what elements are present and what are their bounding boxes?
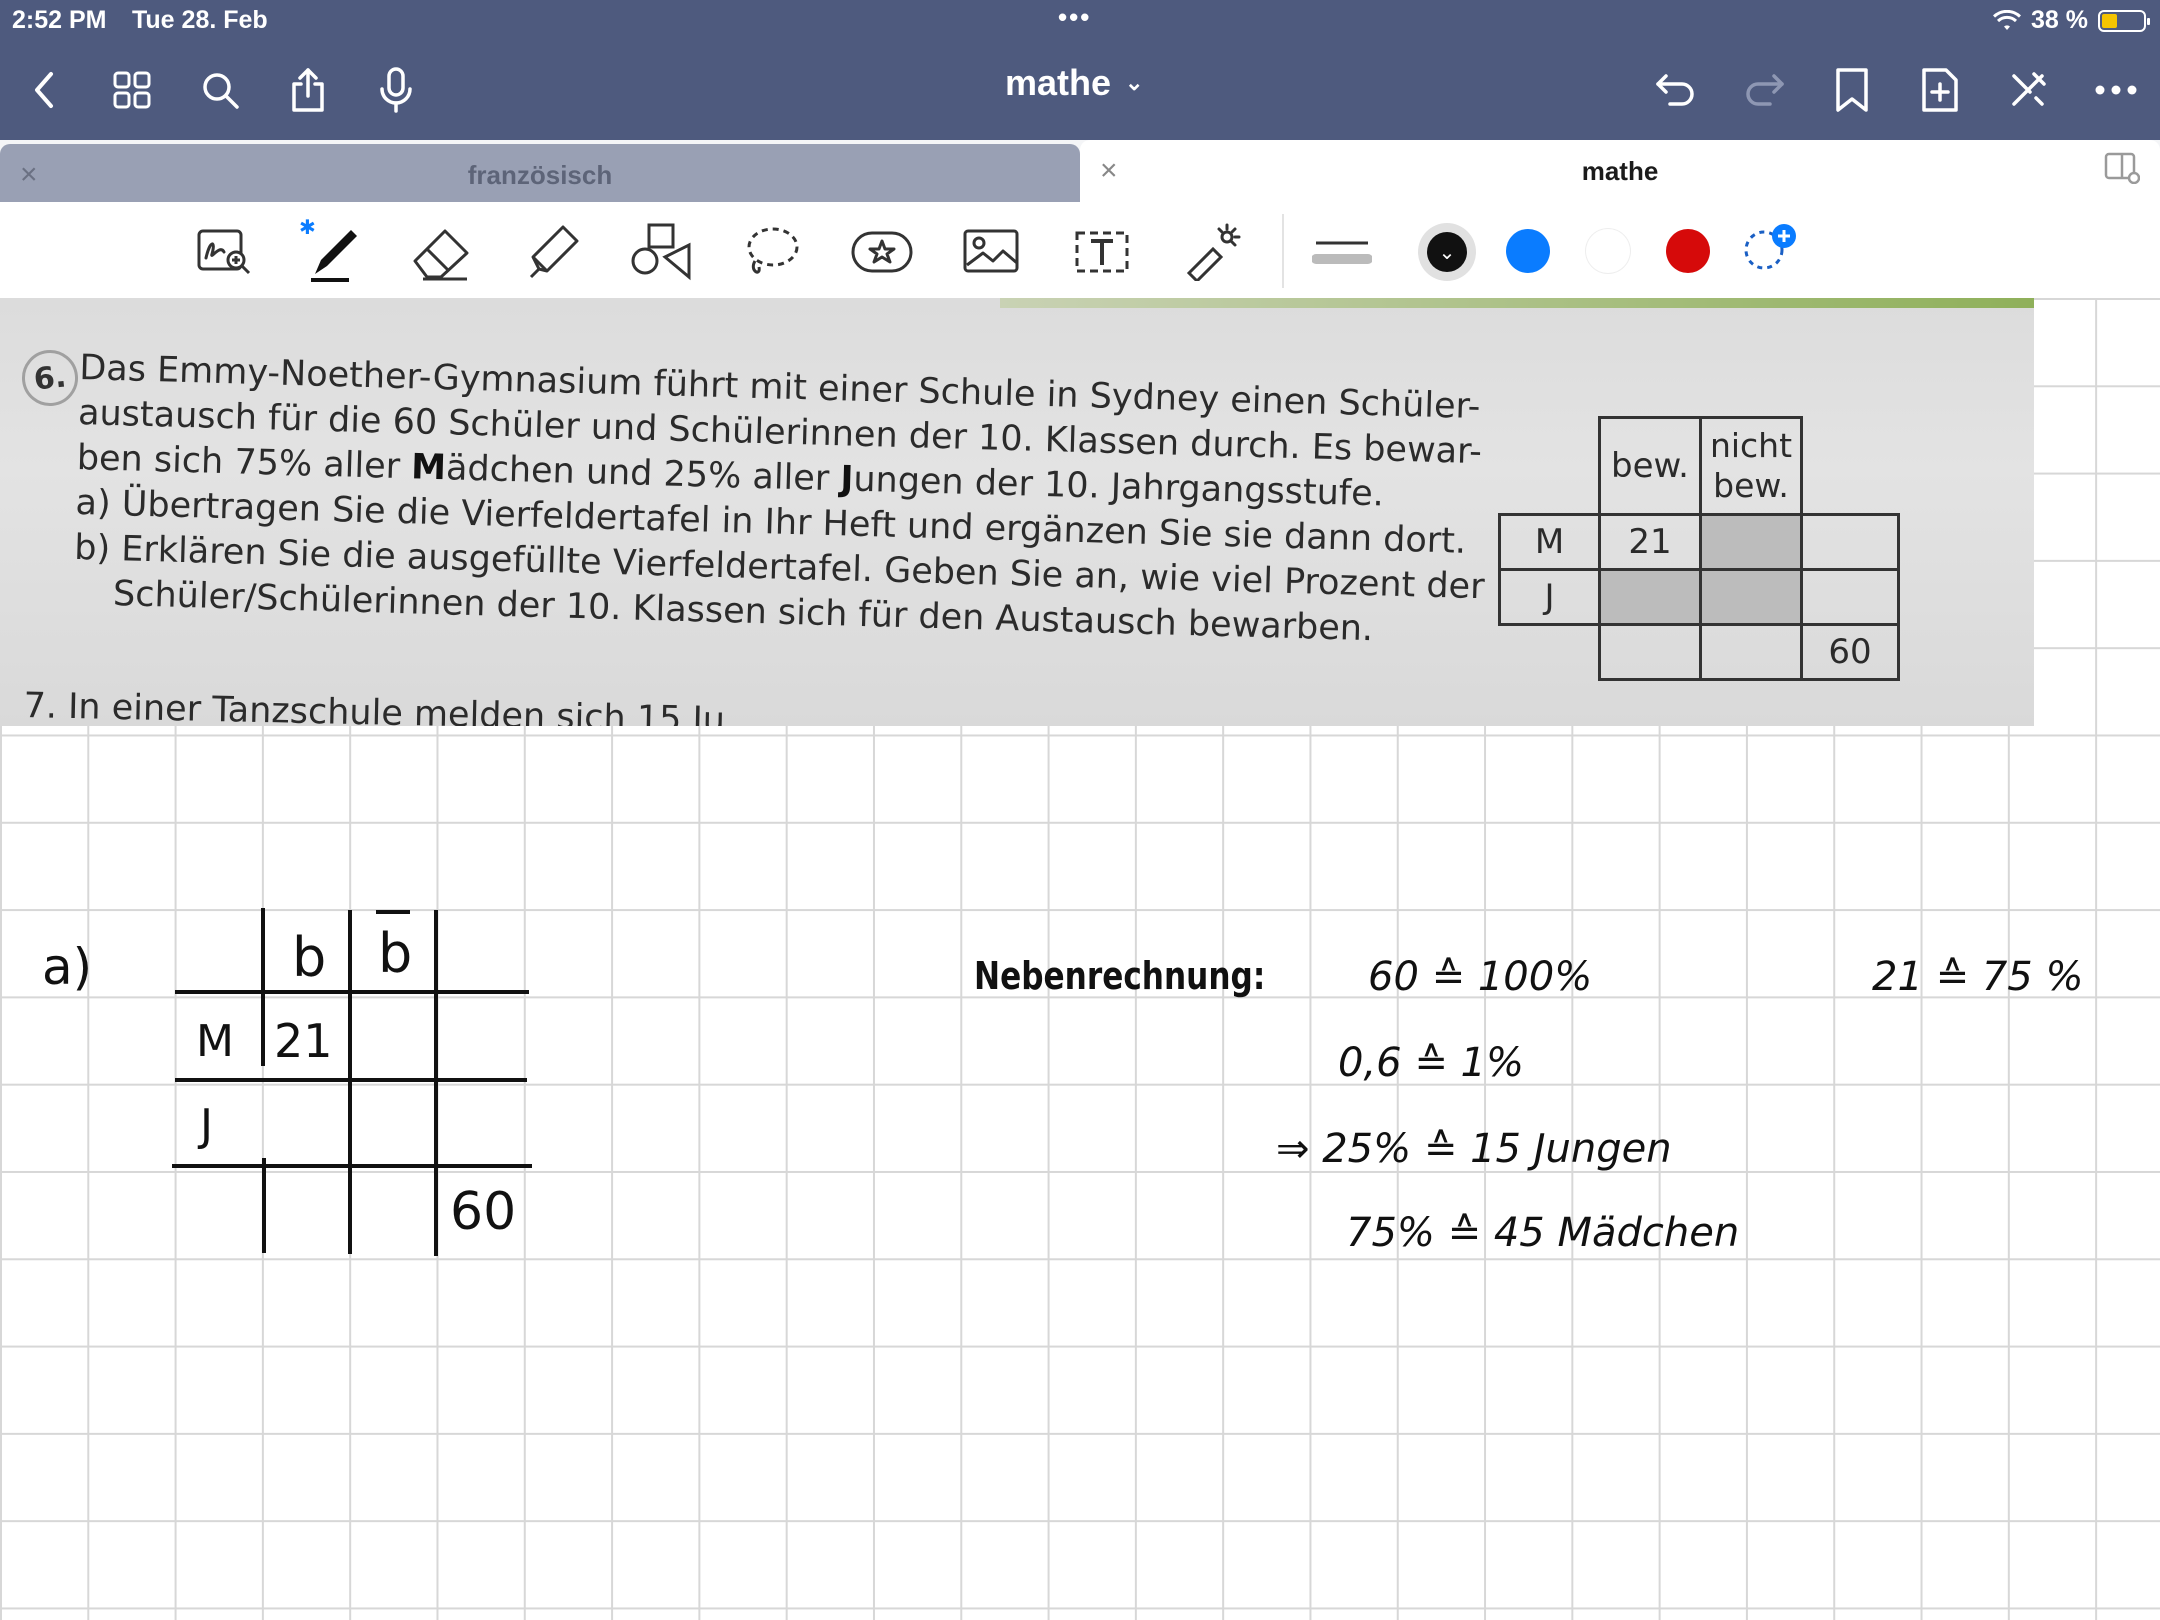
table-vline xyxy=(434,910,438,1256)
task-text: Das Emmy-Noether-Gymnasium führt mit ein… xyxy=(72,346,1485,654)
side-note: 21 ≙ 75 % xyxy=(1872,954,2084,1000)
calc-line: 75% ≙ 45 Mädchen xyxy=(1346,1210,1740,1256)
table-vline xyxy=(261,908,265,1066)
textbook-photo[interactable]: 6. Das Emmy-Noether-Gymnasium führt mit … xyxy=(0,298,2034,726)
color-red-swatch[interactable] xyxy=(1666,229,1710,273)
battery-icon xyxy=(2098,9,2150,32)
shapes-icon[interactable] xyxy=(626,216,698,286)
tab-label: französisch xyxy=(467,160,613,190)
document-navbar: mathe ⌄ xyxy=(0,40,2160,140)
table-hline xyxy=(175,990,529,994)
header-not-b: b xyxy=(378,922,413,985)
stroke-width-icon[interactable] xyxy=(1306,216,1378,286)
zoom-window-icon[interactable] xyxy=(188,216,260,286)
close-toolbar-icon[interactable] xyxy=(2000,62,2056,118)
eraser-icon[interactable] xyxy=(406,216,478,286)
cell-j-sum xyxy=(1800,568,1900,626)
tab-label: mathe xyxy=(1581,156,1659,186)
cell-m-sum xyxy=(1800,513,1900,571)
header-nicht-bew: nicht bew. xyxy=(1699,416,1803,516)
split-view-icon[interactable] xyxy=(2104,152,2141,189)
note-page[interactable]: 6. Das Emmy-Noether-Gymnasium führt mit … xyxy=(0,298,2160,1620)
status-time: 2:52 PM xyxy=(12,6,107,34)
chevron-down-icon: ⌄ xyxy=(1125,70,1144,95)
status-bar: 2:52 PM Tue 28. Feb ••• 38 % xyxy=(0,0,2160,40)
grid-icon[interactable] xyxy=(104,62,160,118)
share-icon[interactable] xyxy=(280,62,336,118)
cell-sum-nicht xyxy=(1699,623,1803,681)
task-number: 6. xyxy=(19,347,81,409)
laser-pointer-icon[interactable] xyxy=(1176,216,1248,286)
divider xyxy=(1282,214,1284,288)
image-icon[interactable] xyxy=(956,216,1028,286)
table-vline xyxy=(262,1158,266,1253)
cell-total: 60 xyxy=(1800,623,1900,681)
row-m: M xyxy=(1498,513,1601,571)
cell-m-bew: 21 xyxy=(1598,513,1702,571)
cell-j-nicht xyxy=(1699,568,1803,626)
nebenrechnung-label: Nebenrechnung: xyxy=(974,954,1266,998)
document-title[interactable]: mathe ⌄ xyxy=(1005,62,1143,104)
header-bew: bew. xyxy=(1598,416,1702,516)
table-hline xyxy=(172,1164,532,1168)
cell-m-b: 21 xyxy=(274,1014,333,1068)
pen-icon[interactable]: ✱ xyxy=(296,216,368,286)
color-blue-swatch[interactable] xyxy=(1506,229,1550,273)
next-task-line: 7. In einer Tanzschule melden sich 15 Ju xyxy=(23,686,726,726)
table-hline xyxy=(175,1078,527,1082)
battery-percentage: 38 % xyxy=(2031,6,2088,34)
more-icon[interactable] xyxy=(2088,62,2144,118)
undo-icon[interactable] xyxy=(1648,62,1704,118)
color-white-swatch[interactable] xyxy=(1586,229,1630,273)
calc-line: 60 ≙ 100% xyxy=(1368,954,1593,1000)
svg-text:✱: ✱ xyxy=(299,216,316,239)
sticker-icon[interactable] xyxy=(846,216,918,286)
add-page-icon[interactable] xyxy=(1912,62,1968,118)
drawing-toolbar: ✱ xyxy=(0,202,2160,299)
search-icon[interactable] xyxy=(192,62,248,118)
header-b: b xyxy=(292,926,327,989)
overline xyxy=(376,910,410,914)
photo-edge xyxy=(1000,298,2034,308)
text-icon[interactable] xyxy=(1066,216,1138,286)
add-color-icon[interactable] xyxy=(1740,222,1804,279)
cell-total: 60 xyxy=(450,1182,517,1242)
tab-bar: × französisch × mathe xyxy=(0,140,2160,202)
redo-icon[interactable] xyxy=(1736,62,1792,118)
calc-line: 0,6 ≙ 1% xyxy=(1338,1040,1525,1086)
back-icon[interactable] xyxy=(16,62,72,118)
chevron-down-icon: ⌄ xyxy=(1427,232,1467,272)
row-m-label: M xyxy=(196,1016,234,1067)
tab-franzoesisch[interactable]: × französisch xyxy=(0,144,1080,202)
part-a-label: a) xyxy=(42,938,93,996)
cell-j-bew xyxy=(1598,568,1702,626)
wifi-icon xyxy=(1993,9,2022,30)
calc-line: ⇒ 25% ≙ 15 Jungen xyxy=(1276,1126,1672,1172)
cell-m-nicht xyxy=(1699,513,1803,571)
microphone-icon[interactable] xyxy=(368,62,424,118)
multitasking-dots-icon[interactable]: ••• xyxy=(1058,2,1091,33)
cell-sum-bew xyxy=(1598,623,1702,681)
table-vline xyxy=(348,910,352,1254)
status-date: Tue 28. Feb xyxy=(132,6,268,34)
highlighter-icon[interactable] xyxy=(516,216,588,286)
row-j-label: J xyxy=(200,1100,213,1151)
document-title-text: mathe xyxy=(1005,62,1112,103)
color-black-swatch[interactable]: ⌄ xyxy=(1418,223,1476,281)
lasso-icon[interactable] xyxy=(736,216,808,286)
bookmark-icon[interactable] xyxy=(1824,62,1880,118)
row-j: J xyxy=(1498,568,1601,626)
tab-mathe[interactable]: × mathe xyxy=(1080,140,2160,202)
